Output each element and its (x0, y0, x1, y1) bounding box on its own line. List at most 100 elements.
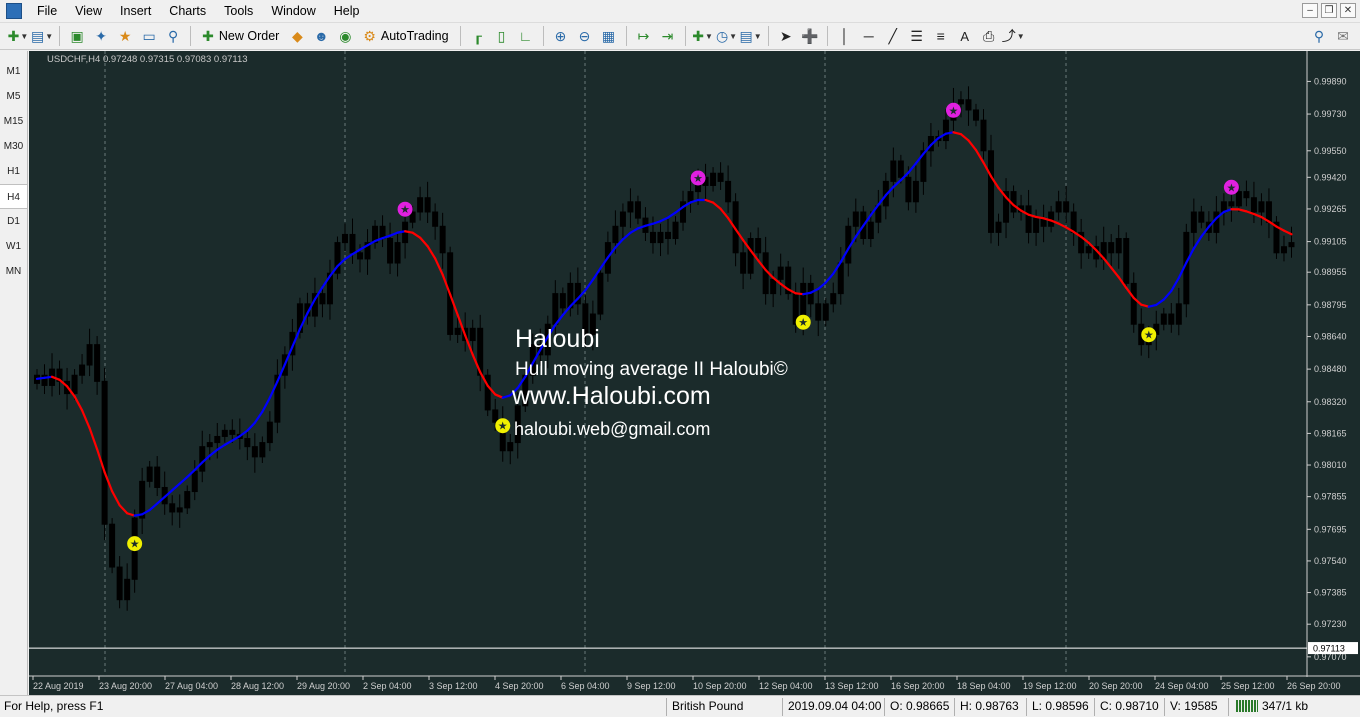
x-tick-label: 29 Aug 20:00 (297, 681, 350, 691)
trendline-button[interactable]: ╱ (882, 25, 904, 47)
y-tick-label: 0.97230 (1314, 619, 1347, 629)
candle-body (897, 160, 904, 178)
hull-segment-up (223, 439, 234, 446)
buy-signal-icon-glyph: ★ (498, 420, 508, 433)
sell-signal-icon-glyph: ★ (1226, 181, 1236, 194)
timeframe-mn[interactable]: MN (0, 259, 27, 284)
candle-body (266, 421, 273, 444)
candle-body (79, 364, 86, 376)
menu-insert[interactable]: Insert (111, 0, 160, 22)
buy-signal-icon-glyph: ★ (130, 538, 140, 551)
indicators-button[interactable]: ✚ ▼ (692, 25, 714, 47)
terminal-icon: ▭ (142, 27, 156, 44)
timeframe-d1[interactable]: D1 (0, 209, 27, 234)
strategy-tester-button[interactable]: ⚲ (162, 25, 184, 47)
hull-segment-down (111, 490, 121, 507)
new-order-button[interactable]: ✚ New Order (197, 25, 284, 47)
menu-help[interactable]: Help (325, 0, 369, 22)
close-icon[interactable]: ✕ (1340, 3, 1356, 18)
status-divider (884, 698, 885, 716)
candlestick-button[interactable]: ▯ (491, 25, 513, 47)
candle-body (387, 238, 394, 264)
autotrading-button[interactable]: ⚙ AutoTrading (358, 25, 453, 47)
candle-body (552, 293, 559, 325)
candle-body (1130, 282, 1137, 325)
tile-windows-button[interactable]: ▦ (598, 25, 620, 47)
arrows-button[interactable]: ⤴ ▼ (1002, 25, 1025, 47)
fibonacci-button[interactable]: ≡ (930, 25, 952, 47)
menu-tools[interactable]: Tools (215, 0, 262, 22)
app-icon[interactable] (6, 3, 22, 19)
market-watch-icon: ▣ (70, 27, 84, 44)
vertical-line-button[interactable]: │ (834, 25, 856, 47)
timeframe-m30[interactable]: M30 (0, 134, 27, 159)
overlay-website: www.Haloubi.com (512, 382, 711, 410)
navigator-button[interactable]: ★ (114, 25, 136, 47)
text-label-button[interactable]: ⎙ (978, 25, 1000, 47)
signals-button[interactable]: ☻ (310, 25, 332, 47)
status-volume: V: 19585 (1170, 699, 1218, 713)
hull-segment-up (629, 227, 640, 234)
templates-button[interactable]: ▤ ▼ (740, 25, 762, 47)
menu-window[interactable]: Window (262, 0, 324, 22)
x-tick-label: 24 Sep 04:00 (1155, 681, 1209, 691)
cursor-button[interactable]: ➤ (775, 25, 797, 47)
candle-body (101, 380, 108, 525)
data-window-button[interactable]: ✦ (90, 25, 112, 47)
auto-scroll-icon: ⇥ (661, 27, 674, 44)
price-chart[interactable]: 0.99890 0.99730 0.99550 0.99420 0.99265 0.991… (29, 51, 1360, 695)
text-label-icon: ⎙ (983, 27, 995, 44)
hull-segment-down (1034, 215, 1045, 220)
periods-button[interactable]: ◷ ▼ (716, 25, 738, 47)
new-chart-button[interactable]: ✚ ▼ (7, 25, 29, 47)
zoom-out-button[interactable]: ⊖ (574, 25, 596, 47)
timeframe-h1[interactable]: H1 (0, 159, 27, 184)
meta-editor-button[interactable]: ◆ (286, 25, 308, 47)
minimize-icon[interactable]: – (1302, 3, 1318, 18)
timeframe-m15[interactable]: M15 (0, 109, 27, 134)
hull-segment-down (403, 230, 414, 234)
terminal-button[interactable]: ▭ (138, 25, 160, 47)
candle-body (1228, 201, 1235, 207)
connection-bars-icon (1236, 700, 1258, 712)
zoom-in-button[interactable]: ⊕ (550, 25, 572, 47)
bar-chart-icon: ┎ (473, 27, 482, 44)
candle-body (206, 442, 213, 448)
line-chart-button[interactable]: ∟ (515, 25, 537, 47)
hull-segment-down (1102, 257, 1113, 269)
equidistant-channel-button[interactable]: ☰ (906, 25, 928, 47)
clock-icon: ◷ (715, 27, 729, 44)
hull-segment-up (171, 482, 181, 492)
timeframe-m1[interactable]: M1 (0, 59, 27, 84)
auto-scroll-button[interactable]: ⇥ (657, 25, 679, 47)
bar-chart-button[interactable]: ┎ (467, 25, 489, 47)
timeframe-w1[interactable]: W1 (0, 234, 27, 259)
profiles-button[interactable]: ▤ ▼ (31, 25, 53, 47)
hull-segment-up (621, 231, 632, 241)
arrows-icon: ⤴ (1001, 28, 1016, 44)
timeframe-m5[interactable]: M5 (0, 84, 27, 109)
hull-segment-down (952, 131, 963, 136)
market-button[interactable]: ◉ (334, 25, 356, 47)
hull-segment-up (238, 429, 249, 438)
horizontal-line-button[interactable]: ─ (858, 25, 880, 47)
candle-body (634, 201, 641, 219)
candle-body (710, 172, 717, 186)
market-watch-button[interactable]: ▣ (66, 25, 88, 47)
timeframe-h4[interactable]: H4 (0, 184, 27, 209)
crosshair-button[interactable]: ➕ (799, 25, 821, 47)
menu-file[interactable]: File (28, 0, 66, 22)
search-button[interactable]: ⚲ (1308, 25, 1330, 47)
candle-body (251, 446, 258, 458)
chart-shift-button[interactable]: ↦ (633, 25, 655, 47)
candle-body (169, 503, 176, 513)
candle-body (1280, 246, 1287, 254)
x-tick-label: 20 Sep 20:00 (1089, 681, 1143, 691)
restore-icon[interactable]: ❐ (1321, 3, 1337, 18)
candle-body (1070, 211, 1077, 233)
menu-charts[interactable]: Charts (160, 0, 215, 22)
menu-view[interactable]: View (66, 0, 111, 22)
status-traffic[interactable]: 347/1 kb (1236, 696, 1308, 717)
chat-button[interactable]: ✉ (1332, 25, 1354, 47)
text-tool-button[interactable]: A (954, 25, 976, 47)
